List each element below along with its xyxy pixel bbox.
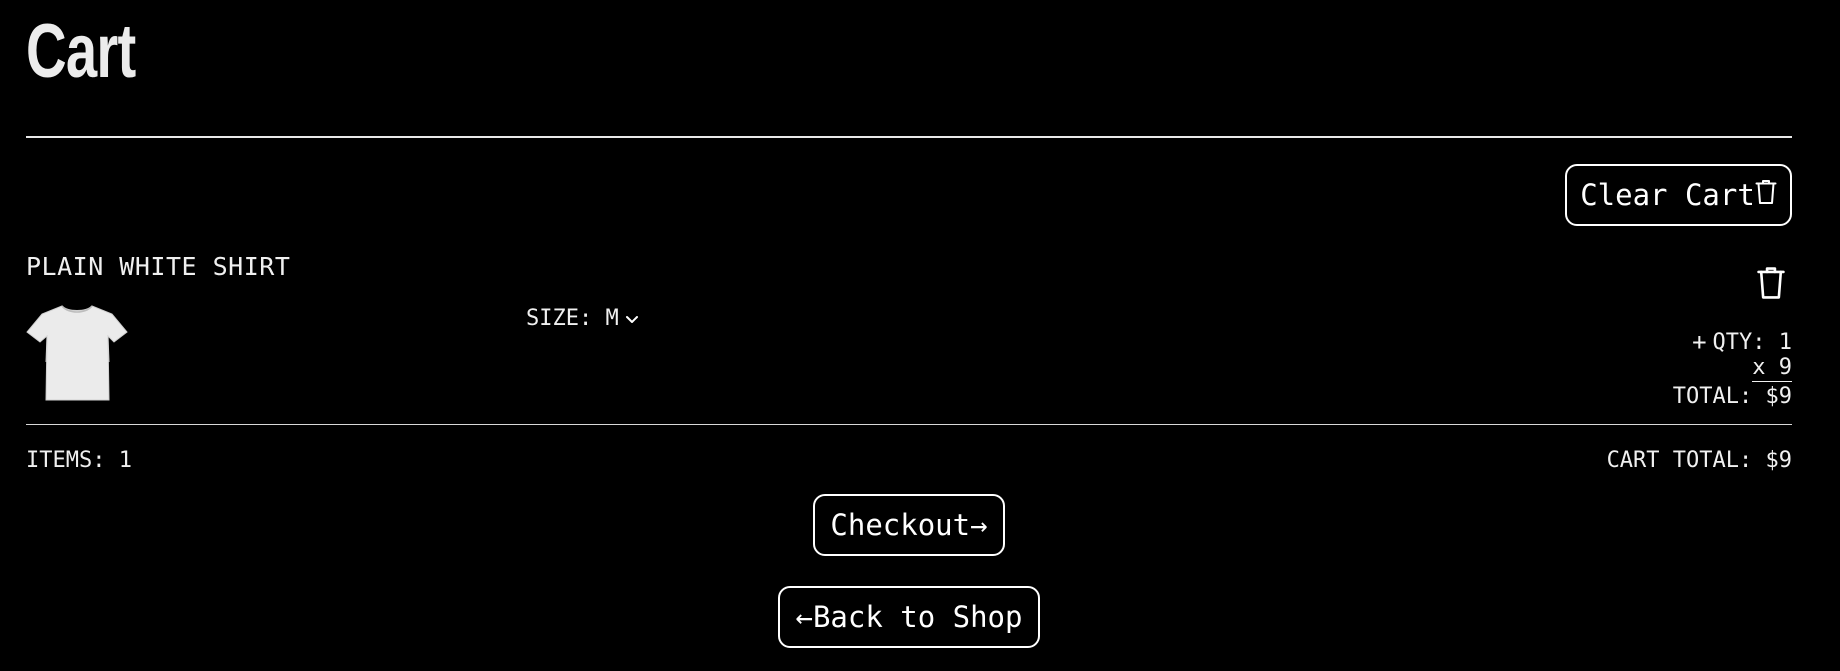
- cart-total: CART TOTAL: $9: [1606, 448, 1792, 473]
- clear-cart-button[interactable]: Clear Cart: [1565, 164, 1792, 226]
- chevron-down-icon: [625, 306, 639, 331]
- remove-item-button[interactable]: [1756, 266, 1786, 300]
- quantity-area: + QTY: 1 x 9 TOTAL: $9: [1673, 330, 1792, 409]
- product-image: [26, 302, 128, 404]
- trash-icon: [1755, 178, 1777, 212]
- checkout-button[interactable]: Checkout→: [813, 494, 1005, 556]
- item-total: TOTAL: $9: [1672, 384, 1792, 409]
- page-title: Cart: [26, 9, 136, 94]
- increase-quantity-button[interactable]: +: [1692, 330, 1706, 355]
- product-name: PLAIN WHITE SHIRT: [26, 252, 291, 281]
- trash-icon: [1756, 266, 1786, 304]
- items-count: ITEMS: 1: [26, 448, 132, 473]
- item-divider: [26, 424, 1792, 425]
- quantity-label: QTY: 1: [1712, 330, 1792, 355]
- clear-cart-label: Clear Cart: [1580, 178, 1755, 212]
- title-divider: [26, 136, 1792, 138]
- back-to-shop-button[interactable]: ←Back to Shop: [778, 586, 1040, 648]
- size-select[interactable]: SIZE: M: [526, 306, 639, 331]
- size-label: SIZE: M: [526, 306, 619, 331]
- unit-price: x 9: [1752, 355, 1792, 382]
